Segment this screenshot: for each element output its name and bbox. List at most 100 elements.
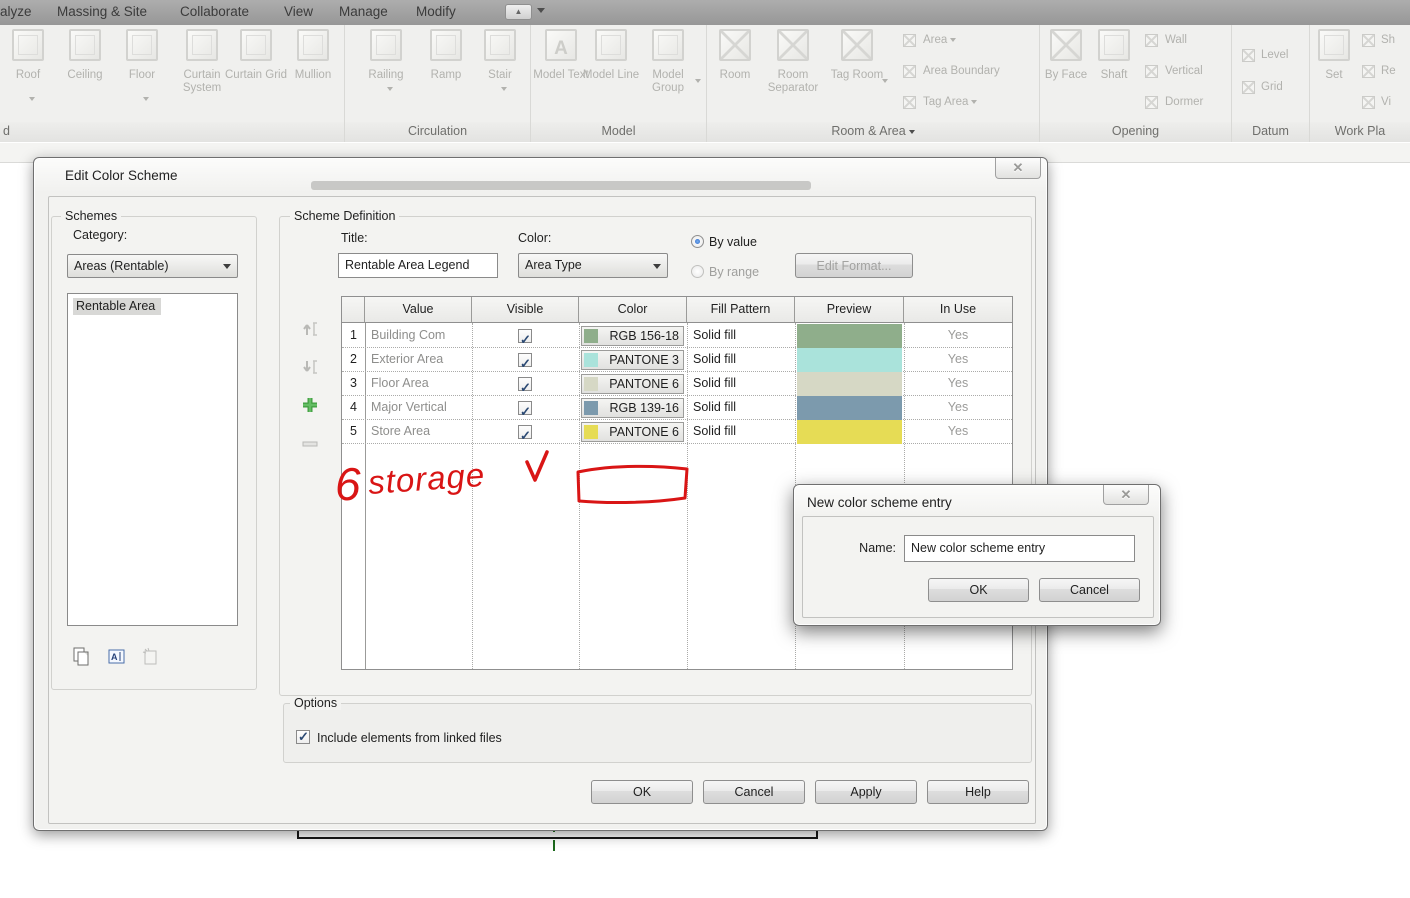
- ref-plane-button[interactable]: Re: [1381, 65, 1396, 77]
- panel-label-work-plane[interactable]: Work Pla: [1310, 122, 1410, 142]
- ok-button[interactable]: OK: [928, 578, 1029, 602]
- fill-pattern-cell[interactable]: Solid fill: [687, 420, 795, 444]
- color-button[interactable]: RGB 156-18: [581, 326, 684, 346]
- curtain-grid-button[interactable]: Curtain Grid: [225, 29, 287, 121]
- tab-view[interactable]: View: [284, 4, 313, 19]
- titlebar-glass-artifact: [311, 181, 811, 190]
- model-line-button[interactable]: Model Line: [583, 29, 639, 121]
- ceiling-button[interactable]: Ceiling: [57, 29, 113, 121]
- curtain-system-button[interactable]: Curtain System: [174, 29, 230, 121]
- tab-massing-site[interactable]: Massing & Site: [57, 4, 147, 19]
- fill-pattern-cell[interactable]: Solid fill: [687, 372, 795, 396]
- tag-area-button[interactable]: Tag Area: [923, 96, 978, 108]
- name-input[interactable]: New color scheme entry: [904, 535, 1135, 562]
- by-face-button[interactable]: By Face: [1041, 29, 1091, 121]
- shaft-button[interactable]: Shaft: [1089, 29, 1139, 121]
- value-cell[interactable]: Store Area: [365, 420, 472, 444]
- value-cell[interactable]: Major Vertical: [365, 396, 472, 420]
- panel-label-datum[interactable]: Datum: [1232, 122, 1309, 142]
- scheme-list[interactable]: Rentable Area: [67, 293, 238, 626]
- help-button[interactable]: Help: [927, 780, 1029, 804]
- col-header-value[interactable]: Value: [365, 297, 472, 323]
- color-dropdown[interactable]: Area Type: [518, 253, 668, 278]
- level-button[interactable]: Level: [1261, 49, 1289, 61]
- ok-button[interactable]: OK: [591, 780, 693, 804]
- col-header-visible[interactable]: Visible: [472, 297, 579, 323]
- duplicate-scheme-button[interactable]: [73, 647, 91, 666]
- move-rows-up-button[interactable]: [301, 320, 319, 338]
- tag-room-button[interactable]: Tag Room: [829, 29, 888, 121]
- fill-pattern-cell[interactable]: Solid fill: [687, 348, 795, 372]
- stair-button[interactable]: Stair: [472, 29, 528, 121]
- by-range-radio[interactable]: [691, 265, 704, 278]
- floor-button[interactable]: Floor: [114, 29, 170, 121]
- by-value-radio[interactable]: [691, 235, 704, 248]
- panel-label-model[interactable]: Model: [531, 122, 706, 142]
- visible-checkbox[interactable]: [518, 400, 532, 423]
- value-cell[interactable]: Floor Area: [365, 372, 472, 396]
- col-header-color[interactable]: Color: [579, 297, 687, 323]
- color-button[interactable]: PANTONE 3: [581, 350, 684, 370]
- fill-pattern-cell[interactable]: Solid fill: [687, 324, 795, 348]
- tab-collaborate[interactable]: Collaborate: [180, 4, 249, 19]
- visible-cell: [472, 396, 579, 423]
- panel-label-circulation[interactable]: Circulation: [345, 122, 530, 142]
- area-boundary-button[interactable]: Area Boundary: [923, 65, 1000, 77]
- model-group-button[interactable]: Model Group: [640, 29, 701, 121]
- railing-button[interactable]: Railing: [358, 29, 414, 121]
- close-button[interactable]: ✕: [1103, 485, 1149, 505]
- mullion-button[interactable]: Mullion: [285, 29, 341, 121]
- panel-label-build[interactable]: d: [0, 122, 344, 142]
- grid-button[interactable]: Grid: [1261, 81, 1283, 93]
- panel-room-area: Room Room Separator Tag Room Area Area B…: [707, 25, 1040, 142]
- color-button[interactable]: PANTONE 6: [581, 374, 684, 394]
- rename-scheme-button[interactable]: A: [108, 647, 126, 665]
- col-header-preview[interactable]: Preview: [795, 297, 904, 323]
- ramp-icon: [430, 29, 462, 61]
- visible-checkbox[interactable]: [518, 376, 532, 399]
- visible-checkbox[interactable]: [518, 352, 532, 375]
- move-rows-down-button[interactable]: [301, 358, 319, 376]
- vertical-opening-button[interactable]: Vertical: [1165, 65, 1203, 77]
- show-button[interactable]: Sh: [1381, 34, 1395, 46]
- roof-button[interactable]: Roof: [0, 29, 56, 121]
- apply-button[interactable]: Apply: [815, 780, 917, 804]
- room-button[interactable]: Room: [707, 29, 763, 121]
- title-input[interactable]: Rentable Area Legend: [338, 253, 498, 278]
- dormer-opening-button[interactable]: Dormer: [1165, 96, 1203, 108]
- area-button[interactable]: Area: [923, 34, 957, 46]
- category-dropdown[interactable]: Areas (Rentable): [67, 254, 238, 278]
- annotation-rectangle: [576, 464, 689, 505]
- cancel-button[interactable]: Cancel: [703, 780, 805, 804]
- edit-format-button[interactable]: Edit Format...: [795, 253, 913, 278]
- fill-pattern-cell[interactable]: Solid fill: [687, 396, 795, 420]
- visible-checkbox[interactable]: [518, 424, 532, 447]
- scheme-list-item-selected[interactable]: Rentable Area: [73, 298, 162, 315]
- color-button[interactable]: RGB 139-16: [581, 398, 684, 418]
- panel-label-opening[interactable]: Opening: [1040, 122, 1231, 142]
- set-button[interactable]: Set: [1312, 29, 1356, 121]
- remove-value-button[interactable]: [302, 435, 320, 447]
- panel-label-room-area[interactable]: Room & Area: [707, 122, 1039, 142]
- tab-modify[interactable]: Modify: [416, 4, 456, 19]
- cancel-button[interactable]: Cancel: [1039, 578, 1140, 602]
- col-header-in-use[interactable]: In Use: [904, 297, 1012, 323]
- value-cell[interactable]: Exterior Area: [365, 348, 472, 372]
- tab-analyze[interactable]: alyze: [0, 4, 32, 19]
- ribbon-collapse-caret-icon[interactable]: [537, 8, 545, 13]
- visible-checkbox[interactable]: [518, 328, 532, 351]
- col-header-fill-pattern[interactable]: Fill Pattern: [687, 297, 795, 323]
- viewer-button[interactable]: Vi: [1381, 96, 1391, 108]
- value-cell[interactable]: Building Com: [365, 324, 472, 348]
- include-linked-files-checkbox[interactable]: [296, 729, 310, 745]
- add-value-button[interactable]: [301, 396, 319, 414]
- ramp-button[interactable]: Ramp: [418, 29, 474, 121]
- row-number-cell: 2: [350, 352, 357, 366]
- wall-opening-button[interactable]: Wall: [1165, 34, 1187, 46]
- close-button[interactable]: ✕: [995, 158, 1041, 179]
- color-button[interactable]: PANTONE 6: [581, 422, 684, 442]
- ribbon-collapse-icon[interactable]: ▲: [505, 4, 532, 20]
- delete-scheme-button[interactable]: [142, 647, 160, 665]
- tab-manage[interactable]: Manage: [339, 4, 388, 19]
- room-separator-button[interactable]: Room Separator: [765, 29, 821, 121]
